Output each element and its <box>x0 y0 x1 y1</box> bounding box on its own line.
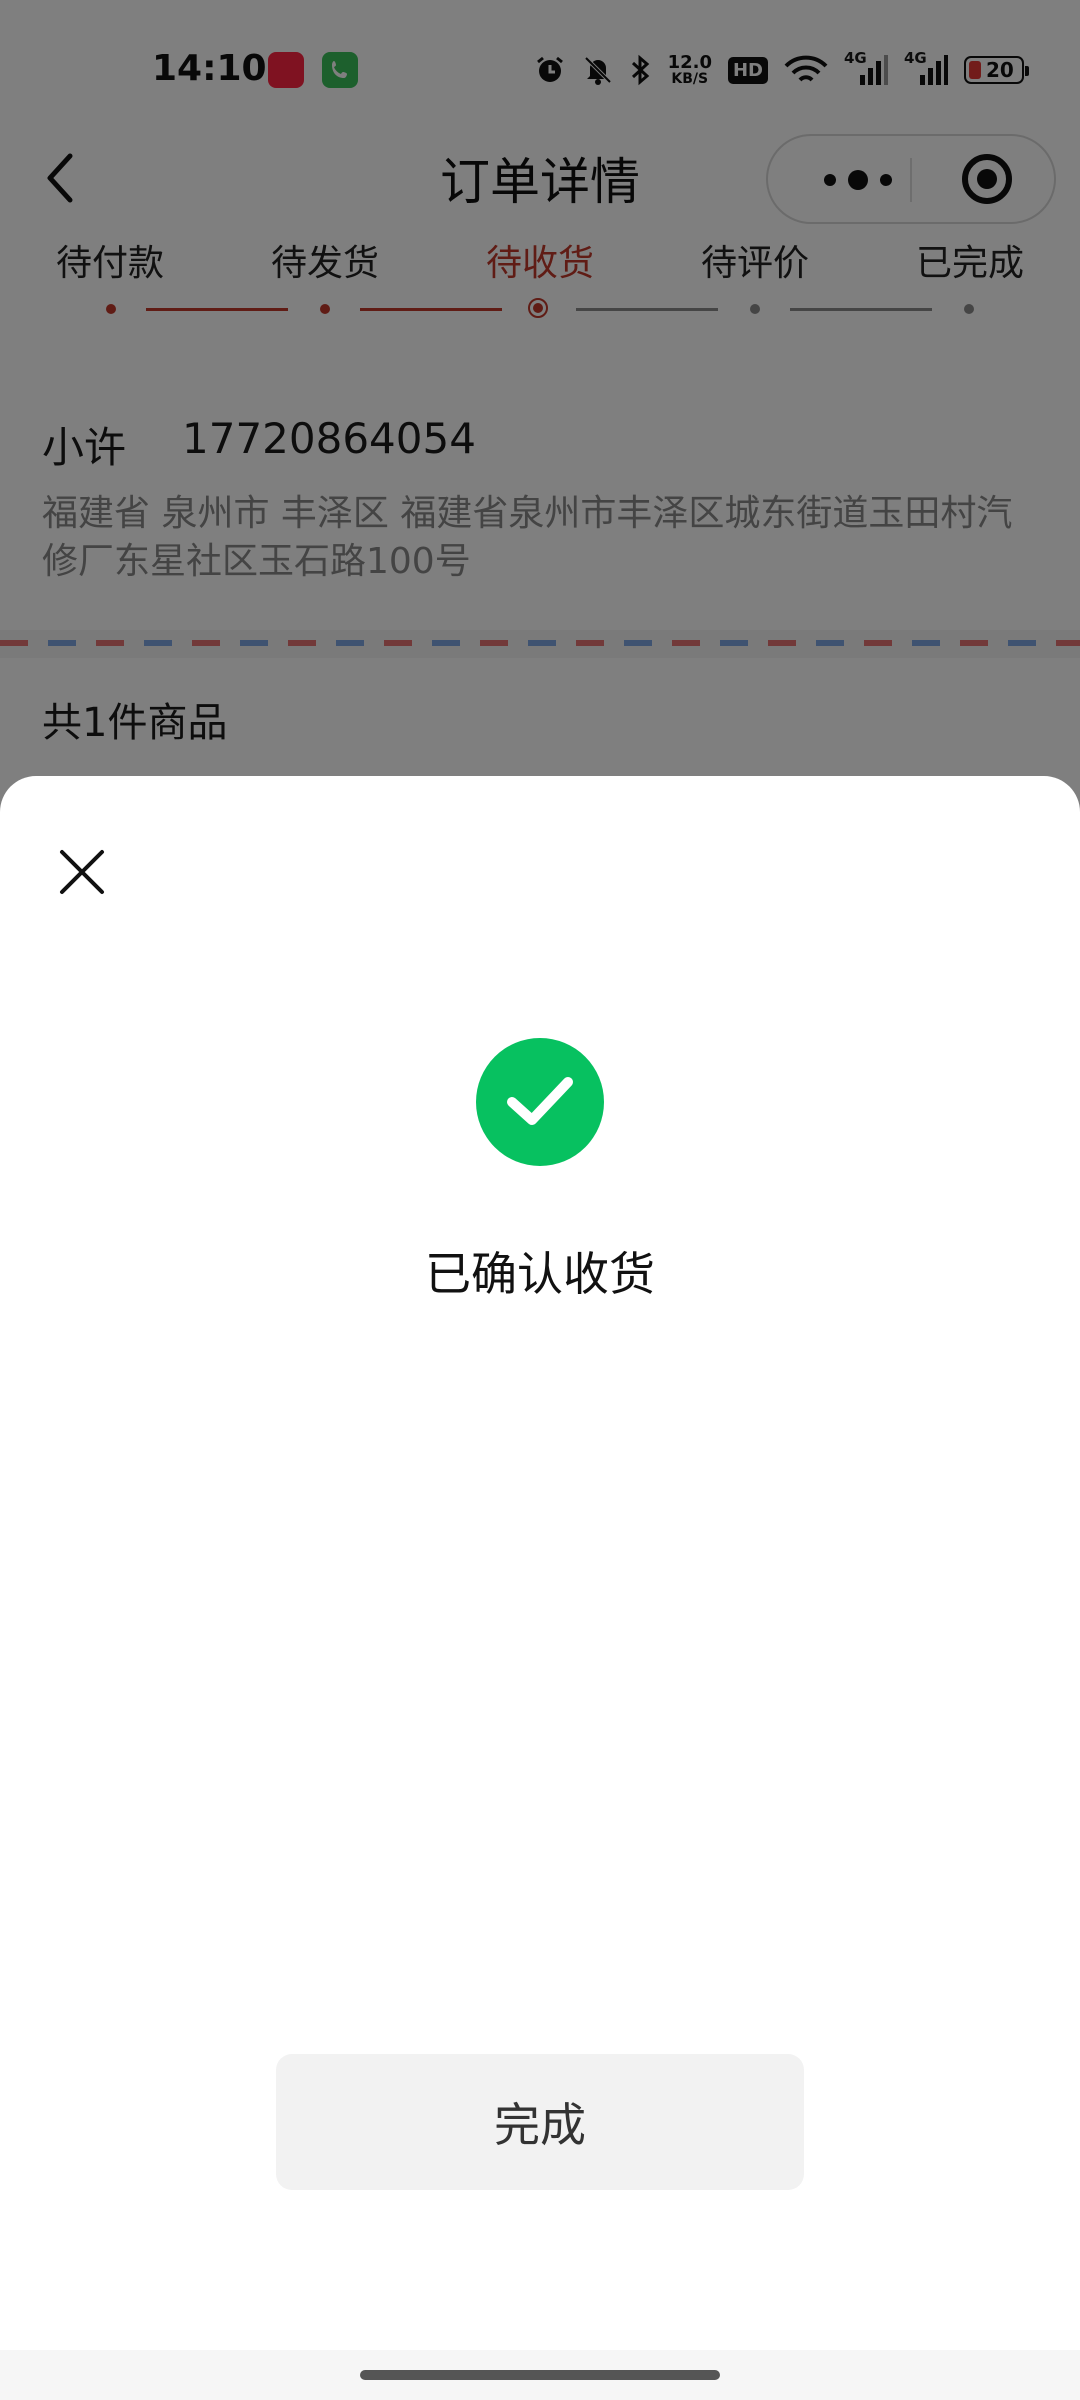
confirm-receipt-sheet: 已确认收货 完成 <box>0 776 1080 2400</box>
done-button[interactable]: 完成 <box>276 2054 804 2190</box>
check-circle-icon <box>476 1038 604 1166</box>
home-indicator[interactable] <box>360 2370 720 2380</box>
result-message: 已确认收货 <box>425 1247 655 1301</box>
close-icon[interactable] <box>56 846 108 898</box>
